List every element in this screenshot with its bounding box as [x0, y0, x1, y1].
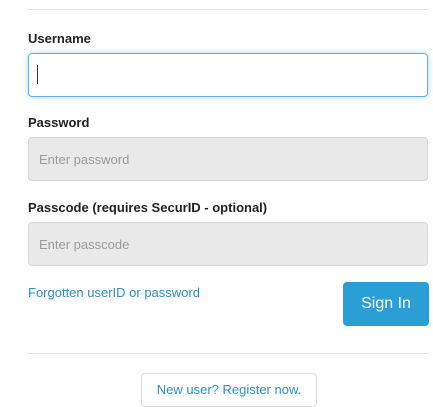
passcode-input[interactable]: [28, 222, 428, 266]
register-button[interactable]: New user? Register now.: [141, 373, 317, 407]
sign-in-button[interactable]: Sign In: [343, 282, 429, 326]
password-input[interactable]: [28, 137, 428, 181]
bottom-divider: [28, 353, 428, 354]
top-divider: [28, 9, 428, 10]
username-input[interactable]: [28, 53, 428, 97]
username-label: Username: [28, 31, 91, 46]
passcode-label: Passcode (requires SecurID - optional): [28, 200, 268, 215]
forgot-credentials-link[interactable]: Forgotten userID or password: [28, 285, 200, 300]
password-label: Password: [28, 115, 90, 130]
text-caret: [37, 65, 38, 84]
